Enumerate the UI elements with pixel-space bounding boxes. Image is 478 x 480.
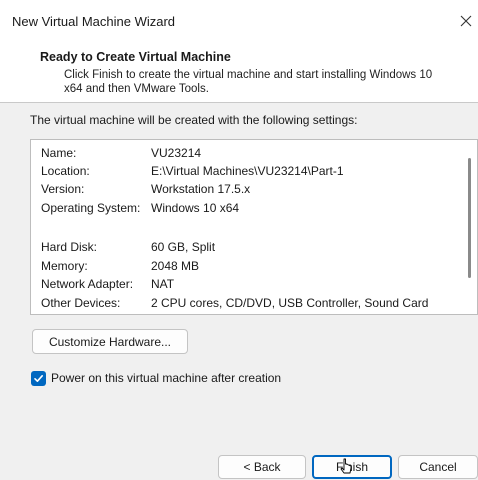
setting-key: Other Devices: (41, 296, 121, 310)
customize-hardware-button[interactable]: Customize Hardware... (32, 329, 188, 354)
setting-key: Network Adapter: (41, 277, 134, 291)
page-subtitle: Click Finish to create the virtual machi… (64, 68, 464, 96)
subtitle-line-1: Click Finish to create the virtual machi… (64, 69, 433, 81)
power-on-label[interactable]: Power on this virtual machine after crea… (51, 371, 281, 385)
setting-key: Location: (41, 164, 90, 178)
scrollbar-thumb[interactable] (468, 158, 471, 278)
intro-text: The virtual machine will be created with… (30, 113, 358, 127)
setting-value: E:\Virtual Machines\VU23214\Part-1 (151, 164, 344, 178)
close-button[interactable] (454, 8, 478, 34)
setting-key: Operating System: (41, 201, 141, 215)
setting-value: NAT (151, 277, 175, 291)
subtitle-line-2: x64 and then VMware Tools. (64, 83, 209, 95)
power-on-checkbox[interactable] (31, 370, 46, 386)
setting-value: VU23214 (151, 146, 202, 160)
checkmark-icon (34, 374, 43, 382)
setting-key: Memory: (41, 259, 88, 273)
setting-value: Windows 10 x64 (151, 201, 240, 215)
cancel-button[interactable]: Cancel (398, 455, 478, 479)
settings-summary[interactable]: Name: VU23214 Location: E:\Virtual Machi… (30, 139, 478, 315)
back-button[interactable]: < Back (218, 455, 306, 479)
setting-value: 2048 MB (151, 259, 200, 273)
setting-key: Hard Disk: (41, 240, 98, 254)
mouse-pointer-icon (340, 458, 352, 474)
scrollbar[interactable] (461, 140, 477, 314)
close-icon (460, 15, 472, 27)
title-bar: New Virtual Machine Wizard (0, 0, 478, 40)
power-on-option[interactable]: Power on this virtual machine after crea… (31, 369, 281, 387)
window-title: New Virtual Machine Wizard (12, 14, 176, 29)
setting-value: Workstation 17.5.x (151, 182, 251, 196)
setting-key: Name: (41, 146, 77, 160)
wizard-header: Ready to Create Virtual Machine Click Fi… (0, 40, 478, 102)
setting-key: Version: (41, 182, 85, 196)
page-title: Ready to Create Virtual Machine (40, 50, 231, 64)
setting-value: 2 CPU cores, CD/DVD, USB Controller, Sou… (151, 296, 429, 310)
setting-value: 60 GB, Split (151, 240, 216, 254)
